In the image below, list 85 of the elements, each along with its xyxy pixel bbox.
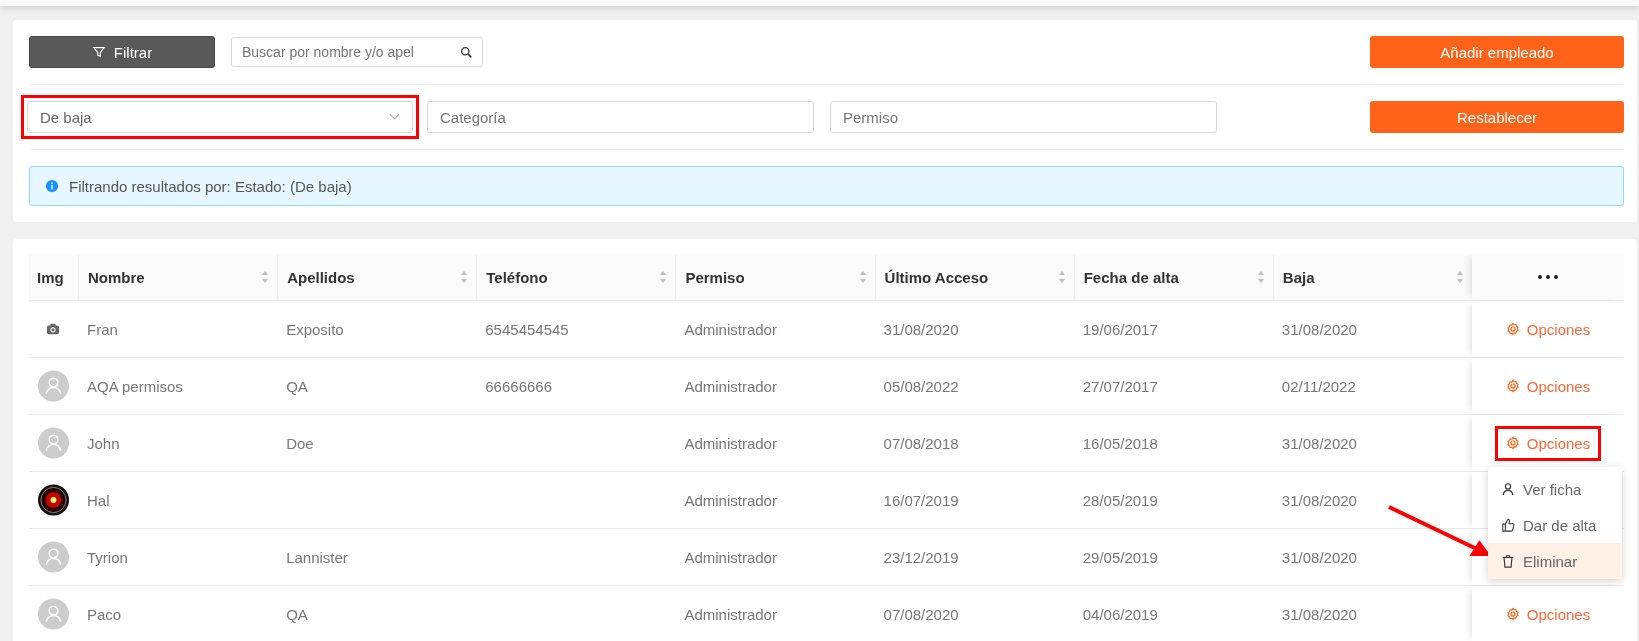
table-cell: 23/12/2019 (883, 548, 959, 566)
table-cell: 16/07/2019 (883, 491, 959, 509)
sort-icon[interactable] (659, 270, 668, 284)
column-header: Fecha de alta (1083, 268, 1179, 286)
avatar-icon (38, 541, 69, 573)
sort-icon[interactable] (858, 270, 867, 284)
table-cell: 07/08/2020 (883, 605, 959, 623)
table-cell: Administrador (684, 434, 777, 452)
table-cell: 6545454545 (485, 320, 569, 338)
table-cell: 28/05/2019 (1082, 491, 1158, 509)
table-cell: Tyrion (87, 548, 128, 566)
table-cell: 04/06/2019 (1082, 605, 1158, 623)
table-cell: Doe (286, 434, 314, 452)
sort-icon[interactable] (1256, 270, 1265, 284)
table-cell: 31/08/2020 (1281, 434, 1357, 452)
table-cell: Administrador (684, 377, 777, 395)
column-header: Img (37, 268, 64, 286)
options-button[interactable]: Opciones (1494, 425, 1602, 461)
table-cell: Lannister (286, 548, 348, 566)
table-cell: 31/08/2020 (1281, 491, 1357, 509)
add-employee-button[interactable]: Añadir empleado (1370, 36, 1624, 68)
options-button[interactable]: Opciones (1494, 368, 1602, 404)
table-cell: Paco (87, 605, 122, 623)
menu-item[interactable]: Dar de alta (1488, 507, 1622, 543)
info-text: Filtrando resultados por: Estado: (De baja) (69, 177, 352, 195)
sort-icon[interactable] (460, 270, 469, 284)
table-cell: 66666666 (485, 377, 553, 395)
lens-avatar-icon (38, 484, 69, 516)
sort-icon[interactable] (1057, 270, 1066, 284)
table-cell: 27/07/2017 (1082, 377, 1158, 395)
column-header: Teléfono (486, 268, 548, 286)
search-icon (460, 46, 473, 59)
table-cell: QA (286, 605, 308, 623)
permission-field[interactable]: Permiso (830, 101, 1217, 133)
table-cell: 07/08/2018 (883, 434, 959, 452)
info-icon (45, 179, 59, 193)
table-cell: 31/08/2020 (1281, 605, 1357, 623)
table-cell: Hal (87, 491, 110, 509)
sort-icon[interactable] (1456, 270, 1464, 284)
settings-icon (1505, 322, 1520, 336)
menu-item[interactable]: Eliminar (1488, 543, 1622, 579)
options-button[interactable]: Opciones (1494, 596, 1602, 632)
filter-button[interactable]: Filtrar (29, 36, 215, 68)
sort-icon[interactable] (261, 270, 270, 284)
column-header: Último Acceso (884, 268, 989, 286)
person-icon (1501, 482, 1515, 496)
avatar-icon (38, 427, 69, 459)
table-cell: Fran (87, 320, 118, 338)
avatar-icon (38, 598, 69, 630)
category-field[interactable]: Categoría (427, 101, 814, 133)
table-cell: 02/11/2022 (1281, 377, 1356, 395)
table-cell: AQA permisos (87, 377, 183, 395)
column-header: Apellidos (287, 268, 355, 286)
table-cell: 31/08/2020 (883, 320, 959, 338)
table-cell: Administrador (684, 491, 777, 509)
chevron-down-icon (389, 113, 400, 121)
settings-icon (1505, 436, 1520, 450)
column-header: Nombre (88, 268, 145, 286)
table-cell: Administrador (684, 548, 777, 566)
column-header: Permiso (685, 268, 745, 286)
table-cell: 19/06/2017 (1082, 320, 1158, 338)
table-cell: Administrador (684, 320, 777, 338)
camera-icon (46, 323, 60, 335)
table-cell: Administrador (684, 605, 777, 623)
table-cell: 31/08/2020 (1281, 320, 1357, 338)
avatar-icon (38, 370, 69, 402)
search-field[interactable]: Buscar por nombre y/o apel (231, 37, 483, 67)
table-cell: 05/08/2022 (883, 377, 959, 395)
table-cell: 29/05/2019 (1082, 548, 1158, 566)
table-cell: Exposito (286, 320, 344, 338)
more-icon[interactable] (1536, 274, 1561, 280)
status-select[interactable]: De baja (27, 101, 413, 133)
table-cell: 31/08/2020 (1281, 548, 1357, 566)
settings-icon (1505, 379, 1520, 393)
thumbs-up-icon (1501, 518, 1515, 532)
column-header: Baja (1282, 268, 1315, 286)
settings-icon (1505, 607, 1520, 621)
reset-button[interactable]: Restablecer (1370, 101, 1624, 133)
funnel-icon (91, 45, 106, 59)
table-cell: QA (286, 377, 308, 395)
options-button[interactable]: Opciones (1494, 311, 1602, 347)
trash-icon (1501, 554, 1515, 568)
table-cell: 16/05/2018 (1082, 434, 1158, 452)
table-cell: John (87, 434, 120, 452)
menu-item[interactable]: Ver ficha (1488, 471, 1622, 507)
